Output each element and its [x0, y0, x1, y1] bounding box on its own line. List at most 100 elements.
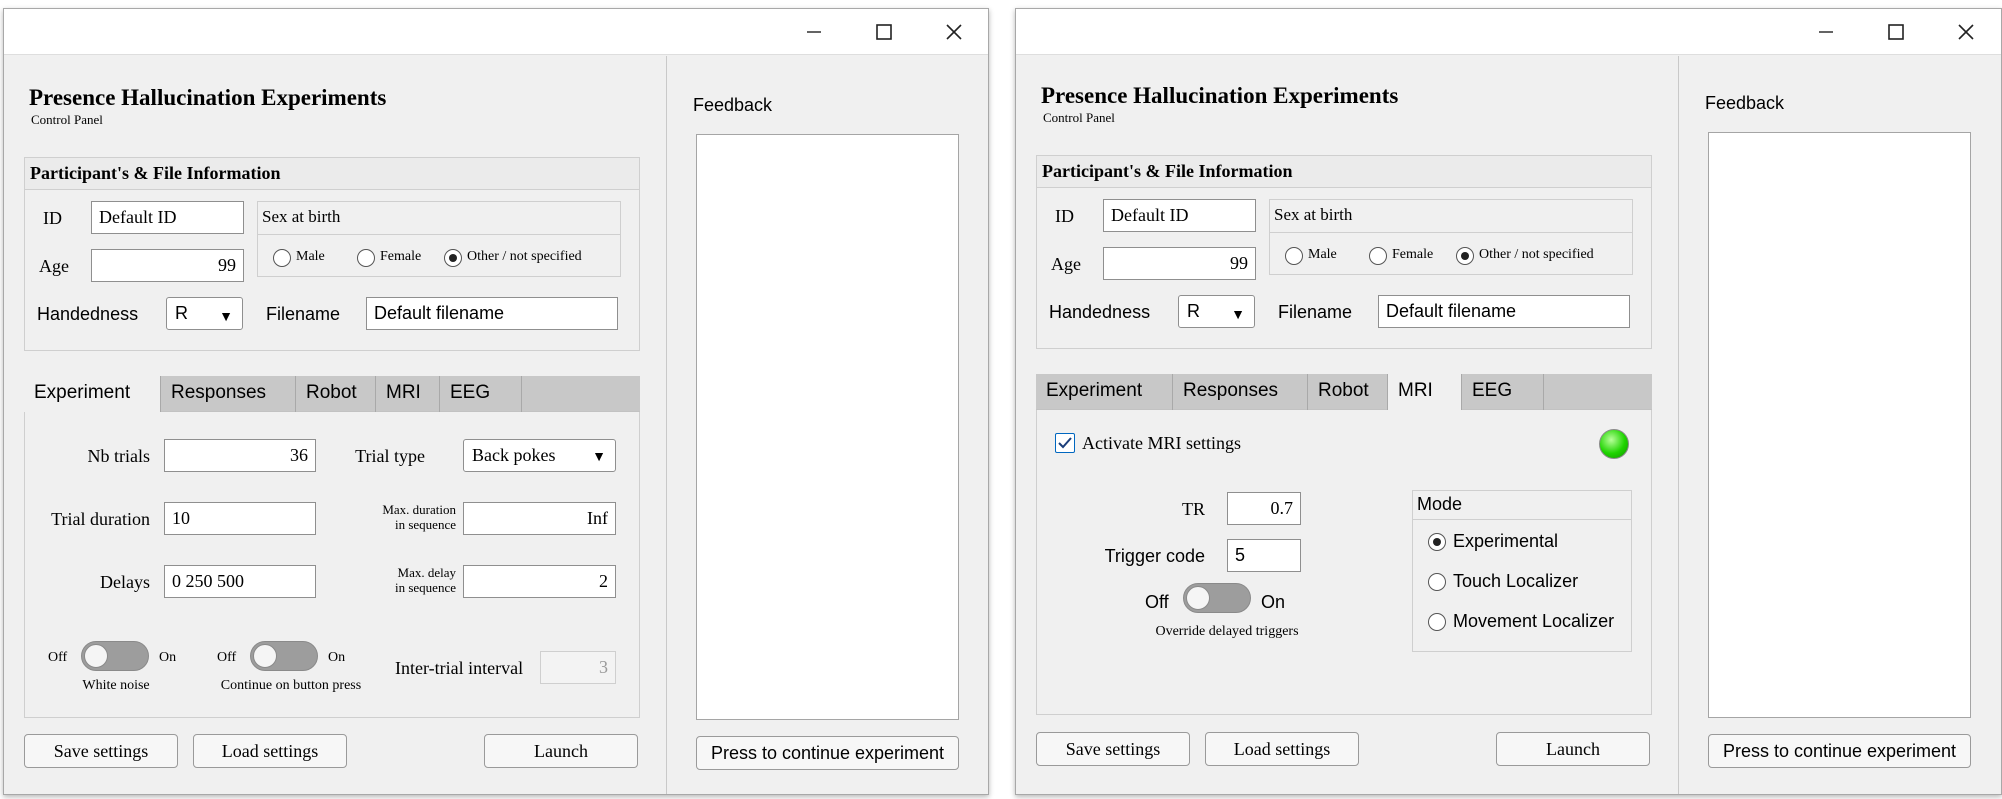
app-title: Presence Hallucination Experiments	[29, 85, 387, 110]
switch-off-label: Off	[1145, 592, 1169, 612]
control-panel-window-mri: Presence Hallucination Experiments Contr…	[1015, 8, 2002, 795]
feedback-box	[696, 134, 959, 720]
minimize-icon	[1819, 31, 1833, 33]
continue-on-button-switch[interactable]	[250, 641, 318, 671]
trigger-code-input[interactable]: 5	[1227, 539, 1301, 572]
max-duration-label-line2: in sequence	[394, 517, 456, 532]
experiment-tab-content: Nb trials 36 Trial type Back pokes ▼ Tri…	[24, 412, 640, 718]
mode-option-label: Experimental	[1453, 531, 1559, 551]
delays-label: Delays	[100, 572, 150, 592]
tab-experiment[interactable]: Experiment	[24, 376, 161, 413]
settings-tab-bar: Experiment Responses Robot MRI EEG	[1036, 374, 1652, 411]
sex-radio-male[interactable]	[273, 249, 291, 267]
group-divider	[1413, 519, 1631, 520]
save-settings-button[interactable]: Save settings	[1036, 732, 1190, 766]
max-duration-label-line1: Max. duration	[382, 502, 456, 517]
tab-eeg[interactable]: EEG	[440, 376, 522, 412]
max-delay-label-line1: Max. delay	[397, 565, 456, 580]
sex-radio-male[interactable]	[1285, 247, 1303, 265]
pane-divider	[1678, 56, 1679, 794]
launch-button[interactable]: Launch	[484, 734, 638, 768]
age-input[interactable]: 99	[1103, 247, 1256, 280]
white-noise-switch[interactable]	[81, 641, 149, 671]
close-button[interactable]	[926, 9, 982, 55]
id-input[interactable]: Default ID	[91, 201, 244, 234]
handedness-dropdown[interactable]: R ▼	[1178, 295, 1255, 328]
panel-title: Participant's & File Information	[25, 158, 639, 190]
handedness-label: Handedness	[1049, 302, 1151, 322]
app-title: Presence Hallucination Experiments	[1041, 83, 1399, 108]
close-button[interactable]	[1938, 9, 1994, 55]
switch-off-label: Off	[48, 650, 68, 665]
iti-label: Inter-trial interval	[395, 658, 524, 678]
age-label: Age	[1051, 254, 1081, 274]
tab-mri[interactable]: MRI	[1388, 374, 1462, 411]
tab-responses[interactable]: Responses	[161, 376, 296, 412]
trial-duration-input[interactable]: 10	[164, 502, 316, 535]
handedness-label: Handedness	[37, 304, 139, 324]
switch-knob	[253, 644, 277, 668]
maximize-button[interactable]	[856, 9, 912, 55]
mode-group: Mode Experimental Touch Localizer Moveme…	[1412, 490, 1632, 652]
trial-type-dropdown[interactable]: Back pokes ▼	[463, 439, 616, 472]
sex-radio-other[interactable]	[444, 249, 462, 267]
mode-radio-experimental[interactable]	[1428, 533, 1446, 551]
trial-type-label: Trial type	[355, 446, 425, 466]
filename-input[interactable]: Default filename	[1378, 295, 1630, 328]
minimize-button[interactable]	[786, 9, 842, 55]
delays-input[interactable]: 0 250 500	[164, 565, 316, 598]
override-delayed-triggers-switch[interactable]	[1183, 583, 1251, 613]
tab-mri[interactable]: MRI	[376, 376, 440, 412]
continue-experiment-button[interactable]: Press to continue experiment	[696, 736, 959, 770]
control-panel-window-experiment: Presence Hallucination Experiments Contr…	[3, 8, 989, 795]
max-delay-label: Max. delay in sequence	[355, 565, 456, 595]
load-settings-button[interactable]: Load settings	[193, 734, 347, 768]
maximize-button[interactable]	[1868, 9, 1924, 55]
status-lamp-icon	[1599, 429, 1629, 459]
age-input[interactable]: 99	[91, 249, 244, 282]
feedback-box	[1708, 132, 1971, 718]
tr-input[interactable]: 0.7	[1227, 492, 1301, 525]
mri-tab-content: Activate MRI settings TR 0.7 Trigger cod…	[1036, 410, 1652, 715]
id-input[interactable]: Default ID	[1103, 199, 1256, 232]
feedback-label: Feedback	[1705, 93, 1785, 113]
nb-trials-input[interactable]: 36	[164, 439, 316, 472]
continue-label: Continue on button press	[220, 678, 362, 693]
tab-responses[interactable]: Responses	[1173, 374, 1308, 410]
sex-option-label: Other / not specified	[467, 249, 582, 264]
switch-off-label: Off	[217, 650, 237, 665]
tab-robot[interactable]: Robot	[296, 376, 376, 412]
handedness-dropdown[interactable]: R ▼	[166, 297, 243, 330]
trigger-code-label: Trigger code	[1104, 546, 1205, 566]
switch-on-label: On	[159, 650, 177, 665]
title-bar	[4, 9, 988, 55]
activate-mri-label: Activate MRI settings	[1082, 433, 1241, 453]
sex-radio-other[interactable]	[1456, 247, 1474, 265]
dropdown-arrow-icon: ▼	[1231, 306, 1245, 322]
group-divider	[1270, 232, 1632, 233]
override-label: Override delayed triggers	[1155, 624, 1299, 639]
launch-button[interactable]: Launch	[1496, 732, 1650, 766]
continue-experiment-button[interactable]: Press to continue experiment	[1708, 734, 1971, 768]
activate-mri-checkbox[interactable]	[1055, 433, 1075, 453]
max-duration-input[interactable]: Inf	[463, 502, 616, 535]
iti-input[interactable]: 3	[540, 651, 616, 684]
filename-input[interactable]: Default filename	[366, 297, 618, 330]
mode-radio-movement-localizer[interactable]	[1428, 613, 1446, 631]
load-settings-button[interactable]: Load settings	[1205, 732, 1359, 766]
sex-radio-female[interactable]	[357, 249, 375, 267]
panel-title: Participant's & File Information	[1037, 156, 1651, 188]
settings-tab-bar: Experiment Responses Robot MRI EEG	[24, 376, 640, 413]
tab-experiment[interactable]: Experiment	[1036, 374, 1173, 410]
mode-option-label: Movement Localizer	[1453, 611, 1615, 631]
minimize-button[interactable]	[1798, 9, 1854, 55]
sex-radio-female[interactable]	[1369, 247, 1387, 265]
tab-eeg[interactable]: EEG	[1462, 374, 1544, 410]
id-label: ID	[43, 208, 62, 228]
white-noise-label: White noise	[82, 678, 150, 693]
max-delay-input[interactable]: 2	[463, 565, 616, 598]
tab-robot[interactable]: Robot	[1308, 374, 1388, 410]
mode-radio-touch-localizer[interactable]	[1428, 573, 1446, 591]
save-settings-button[interactable]: Save settings	[24, 734, 178, 768]
maximize-icon	[1888, 24, 1904, 40]
